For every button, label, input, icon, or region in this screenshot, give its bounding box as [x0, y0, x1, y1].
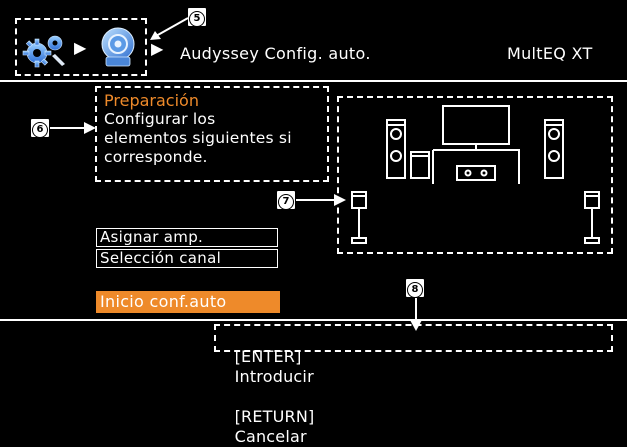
callout-8: 8 — [405, 278, 425, 298]
channel-select-button[interactable]: Selección canal — [96, 249, 278, 268]
header-right-label: MultEQ XT — [507, 44, 593, 63]
instruction-text: Preparación Configurar los elementos sig… — [104, 92, 292, 167]
footer-hints: [ENTER] Introducir [RETURN] Cancelar — [224, 327, 315, 447]
callout-7-pointer — [296, 194, 346, 206]
enter-key-hint: [ENTER] — [234, 347, 302, 366]
speaker-setup-icon — [101, 27, 135, 67]
return-key-hint: [RETURN] — [234, 407, 315, 426]
enter-label: Introducir — [234, 367, 314, 386]
header-divider — [0, 80, 627, 82]
instruction-title: Preparación — [104, 91, 199, 110]
callout-5-pointer — [150, 17, 189, 40]
return-label: Cancelar — [234, 427, 307, 446]
assign-amp-button[interactable]: Asignar amp. — [96, 228, 278, 247]
start-auto-setup-button[interactable]: Inicio conf.auto — [96, 291, 280, 313]
callout-5: 5 — [187, 7, 207, 27]
tv-icon — [442, 105, 510, 145]
instruction-line-2: elementos siguientes si — [104, 129, 292, 147]
callout-6: 6 — [30, 118, 50, 138]
breadcrumb-arrow: ▶ — [74, 38, 87, 57]
breadcrumb-current: Audyssey Config. auto. — [180, 44, 371, 63]
instruction-line-3: corresponde. — [104, 148, 208, 166]
footer-divider — [0, 319, 627, 321]
callout-6-pointer — [50, 122, 96, 134]
callout-7: 7 — [276, 190, 296, 210]
settings-gears-icon — [22, 35, 65, 68]
speaker-layout-diagram — [351, 105, 600, 244]
instruction-line-1: Configurar los — [104, 110, 216, 128]
